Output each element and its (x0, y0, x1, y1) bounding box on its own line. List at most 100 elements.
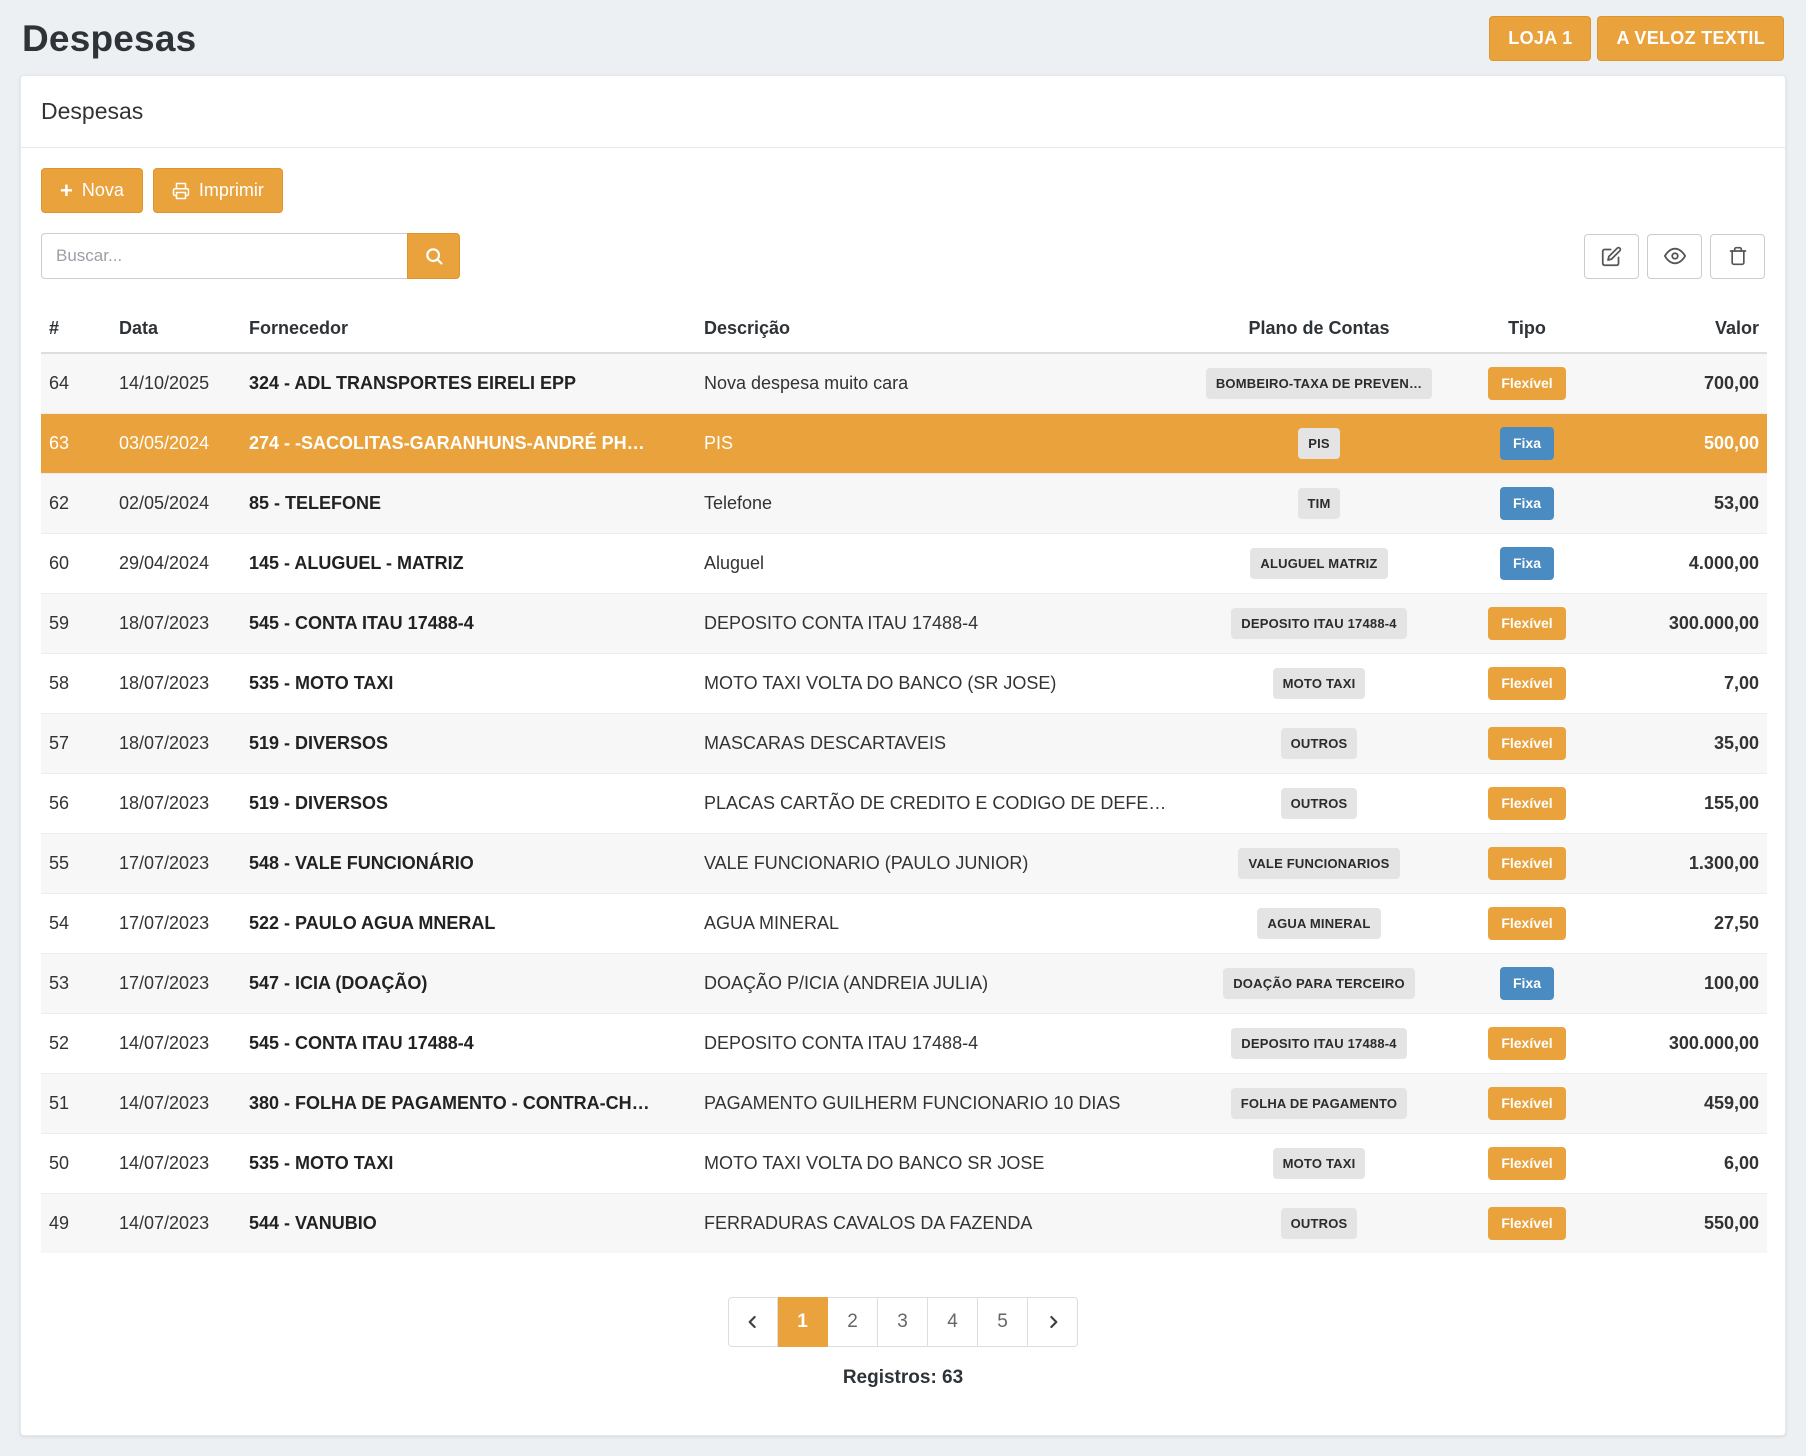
chevron-right-icon (1043, 1312, 1063, 1332)
table-row[interactable]: 63 03/05/2024 274 - -SACOLITAS-GARANHUNS… (41, 414, 1767, 474)
account-badge: FOLHA DE PAGAMENTO (1231, 1088, 1407, 1119)
type-badge: Flexível (1488, 667, 1565, 700)
type-badge: Fixa (1500, 427, 1554, 460)
account-badge: TIM (1298, 488, 1341, 519)
row-type-cell: Flexível (1442, 1194, 1612, 1254)
row-supplier: 548 - VALE FUNCIONÁRIO (241, 834, 696, 894)
page-header: Despesas LOJA 1 A VELOZ TEXTIL (0, 0, 1806, 75)
row-supplier: 545 - CONTA ITAU 17488-4 (241, 1014, 696, 1074)
account-badge: OUTROS (1281, 728, 1358, 759)
print-button[interactable]: Imprimir (153, 168, 283, 213)
row-type-cell: Flexível (1442, 594, 1612, 654)
row-value: 1.300,00 (1612, 834, 1767, 894)
row-description: Telefone (696, 474, 1196, 534)
search-input[interactable] (41, 233, 407, 279)
row-date: 18/07/2023 (111, 654, 241, 714)
action-icons (1584, 234, 1765, 279)
new-expense-button[interactable]: + Nova (41, 168, 143, 213)
delete-button[interactable] (1710, 234, 1765, 279)
row-date: 18/07/2023 (111, 774, 241, 834)
row-account-cell: BOMBEIRO-TAXA DE PREVEN… (1196, 353, 1442, 414)
col-header-description: Descrição (696, 305, 1196, 353)
view-button[interactable] (1647, 234, 1702, 279)
col-header-id: # (41, 305, 111, 353)
row-description: DOAÇÃO P/ICIA (ANDREIA JULIA) (696, 954, 1196, 1014)
row-value: 155,00 (1612, 774, 1767, 834)
row-value: 550,00 (1612, 1194, 1767, 1254)
expenses-table-body: 64 14/10/2025 324 - ADL TRANSPORTES EIRE… (41, 353, 1767, 1253)
row-type-cell: Flexível (1442, 834, 1612, 894)
table-row[interactable]: 55 17/07/2023 548 - VALE FUNCIONÁRIO VAL… (41, 834, 1767, 894)
page-button-4[interactable]: 4 (928, 1297, 978, 1347)
row-type-cell: Flexível (1442, 714, 1612, 774)
type-badge: Flexível (1488, 727, 1565, 760)
card-title: Despesas (41, 98, 143, 124)
account-badge: MOTO TAXI (1273, 668, 1366, 699)
table-row[interactable]: 58 18/07/2023 535 - MOTO TAXI MOTO TAXI … (41, 654, 1767, 714)
table-row[interactable]: 62 02/05/2024 85 - TELEFONE Telefone TIM… (41, 474, 1767, 534)
row-account-cell: FOLHA DE PAGAMENTO (1196, 1074, 1442, 1134)
row-type-cell: Flexível (1442, 1014, 1612, 1074)
store-button[interactable]: LOJA 1 (1489, 16, 1591, 61)
row-supplier: 535 - MOTO TAXI (241, 1134, 696, 1194)
table-row[interactable]: 64 14/10/2025 324 - ADL TRANSPORTES EIRE… (41, 353, 1767, 414)
row-account-cell: DEPOSITO ITAU 17488-4 (1196, 594, 1442, 654)
row-type-cell: Flexível (1442, 1074, 1612, 1134)
row-type-cell: Fixa (1442, 534, 1612, 594)
table-row[interactable]: 52 14/07/2023 545 - CONTA ITAU 17488-4 D… (41, 1014, 1767, 1074)
search-group (41, 233, 460, 279)
row-value: 500,00 (1612, 414, 1767, 474)
page-button-2[interactable]: 2 (828, 1297, 878, 1347)
row-type-cell: Fixa (1442, 414, 1612, 474)
page-button-1[interactable]: 1 (778, 1297, 828, 1347)
row-supplier: 324 - ADL TRANSPORTES EIRELI EPP (241, 353, 696, 414)
table-row[interactable]: 51 14/07/2023 380 - FOLHA DE PAGAMENTO -… (41, 1074, 1767, 1134)
company-button[interactable]: A VELOZ TEXTIL (1597, 16, 1784, 61)
row-date: 14/07/2023 (111, 1134, 241, 1194)
type-badge: Flexível (1488, 1147, 1565, 1180)
type-badge: Fixa (1500, 487, 1554, 520)
table-row[interactable]: 56 18/07/2023 519 - DIVERSOS PLACAS CART… (41, 774, 1767, 834)
header-buttons: LOJA 1 A VELOZ TEXTIL (1489, 16, 1784, 61)
row-supplier: 85 - TELEFONE (241, 474, 696, 534)
row-value: 300.000,00 (1612, 594, 1767, 654)
table-row[interactable]: 60 29/04/2024 145 - ALUGUEL - MATRIZ Alu… (41, 534, 1767, 594)
search-row (41, 233, 1765, 279)
account-badge: AGUA MINERAL (1257, 908, 1380, 939)
prev-page-button[interactable] (728, 1297, 778, 1347)
table-row[interactable]: 57 18/07/2023 519 - DIVERSOS MASCARAS DE… (41, 714, 1767, 774)
next-page-button[interactable] (1028, 1297, 1078, 1347)
row-date: 17/07/2023 (111, 954, 241, 1014)
type-badge: Flexível (1488, 847, 1565, 880)
plus-icon: + (60, 180, 73, 202)
row-description: DEPOSITO CONTA ITAU 17488-4 (696, 594, 1196, 654)
type-badge: Flexível (1488, 1027, 1565, 1060)
row-id: 51 (41, 1074, 111, 1134)
col-header-type: Tipo (1442, 305, 1612, 353)
account-badge: DEPOSITO ITAU 17488-4 (1231, 608, 1406, 639)
row-id: 58 (41, 654, 111, 714)
row-type-cell: Flexível (1442, 894, 1612, 954)
table-row[interactable]: 50 14/07/2023 535 - MOTO TAXI MOTO TAXI … (41, 1134, 1767, 1194)
search-button[interactable] (407, 233, 460, 279)
page-button-5[interactable]: 5 (978, 1297, 1028, 1347)
row-description: PIS (696, 414, 1196, 474)
row-account-cell: VALE FUNCIONARIOS (1196, 834, 1442, 894)
edit-button[interactable] (1584, 234, 1639, 279)
type-badge: Flexível (1488, 787, 1565, 820)
table-row[interactable]: 54 17/07/2023 522 - PAULO AGUA MNERAL AG… (41, 894, 1767, 954)
table-row[interactable]: 59 18/07/2023 545 - CONTA ITAU 17488-4 D… (41, 594, 1767, 654)
table-row[interactable]: 53 17/07/2023 547 - ICIA (DOAÇÃO) DOAÇÃO… (41, 954, 1767, 1014)
type-badge: Flexível (1488, 607, 1565, 640)
type-badge: Flexível (1488, 907, 1565, 940)
row-supplier: 274 - -SACOLITAS-GARANHUNS-ANDRÉ PH… (241, 414, 696, 474)
row-id: 49 (41, 1194, 111, 1254)
account-badge: BOMBEIRO-TAXA DE PREVEN… (1206, 368, 1432, 399)
page-title: Despesas (22, 18, 196, 60)
page-button-3[interactable]: 3 (878, 1297, 928, 1347)
table-row[interactable]: 49 14/07/2023 544 - VANUBIO FERRADURAS C… (41, 1194, 1767, 1254)
row-description: PLACAS CARTÃO DE CREDITO E CODIGO DE DEF… (696, 774, 1196, 834)
row-type-cell: Flexível (1442, 654, 1612, 714)
row-account-cell: AGUA MINERAL (1196, 894, 1442, 954)
row-description: AGUA MINERAL (696, 894, 1196, 954)
